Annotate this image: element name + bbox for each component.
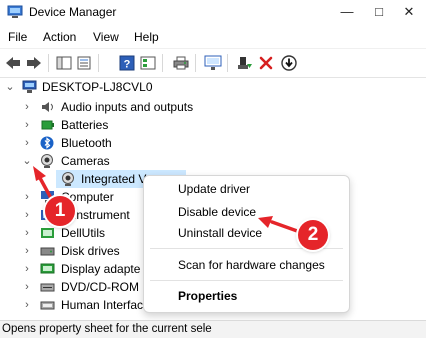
annotation-arrowhead-1 [33, 166, 46, 181]
status-bar: Opens property sheet for the current sel… [0, 320, 426, 338]
annotation-badge-2: 2 [298, 220, 328, 250]
annotation-badge-1: 1 [45, 196, 75, 226]
annotation-arrows [33, 166, 302, 234]
annotation-arrow-1 [38, 176, 54, 202]
annotation-arrow-2 [270, 220, 302, 234]
